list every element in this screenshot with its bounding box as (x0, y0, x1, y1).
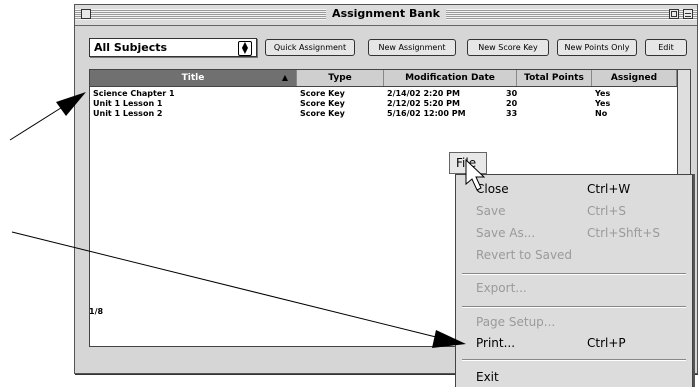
callout-arrow-icon (9, 92, 86, 141)
callout-arrow-icon (11, 231, 466, 348)
arrow-pointer-icon (465, 158, 486, 191)
annotation-overlay (9, 92, 486, 348)
